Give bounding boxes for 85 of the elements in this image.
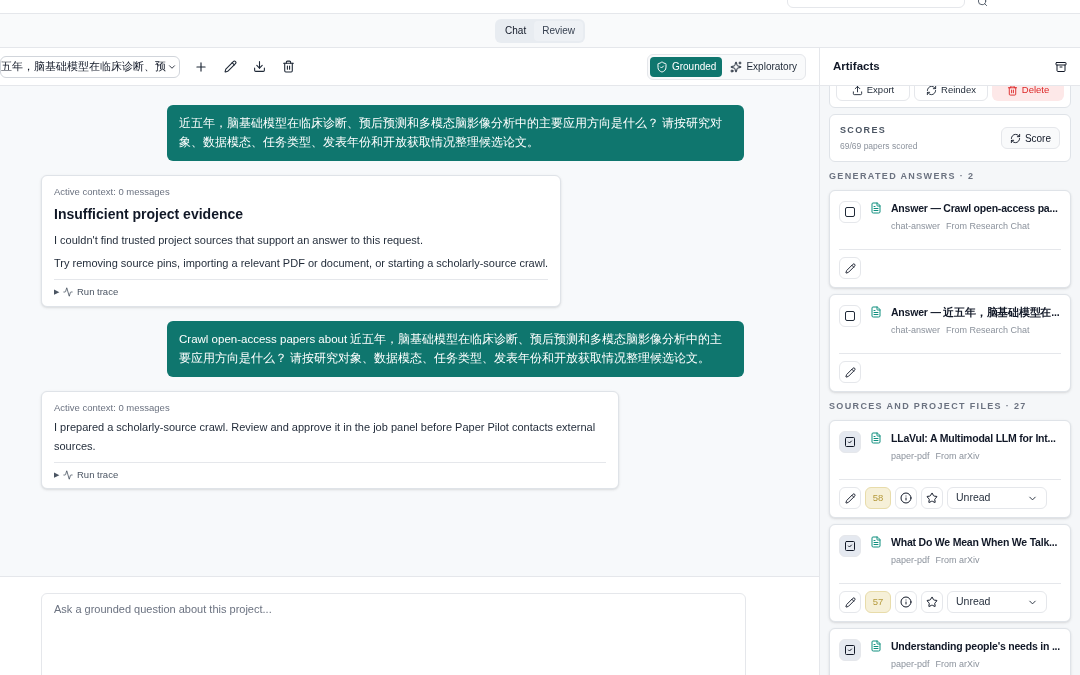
artifact-type: paper-pdf — [891, 449, 930, 463]
answer-text: Try removing source pins, importing a relevant PDF or document, or starting a scholarly-source crawl. — [54, 256, 549, 272]
info-button[interactable] — [895, 591, 917, 614]
score-badge: 58 — [865, 487, 891, 509]
scores-detail: 69/69 papers scored — [840, 139, 918, 153]
pencil-icon[interactable] — [224, 60, 237, 73]
section-heading: SOURCES AND PROJECT FILES · 27 — [829, 400, 1028, 414]
mode-toggle[interactable]: Exploratory — [724, 56, 803, 77]
activity-icon — [63, 287, 73, 298]
context-label: Active context: 0 messages — [54, 400, 171, 415]
select-button[interactable] — [839, 535, 861, 557]
status-select[interactable]: Unread — [947, 591, 1047, 614]
edit-button[interactable] — [839, 591, 861, 614]
select-button[interactable] — [839, 430, 861, 453]
info-icon — [900, 492, 912, 504]
artifact-type: paper-pdf — [891, 658, 930, 671]
mode-toggle[interactable]: Grounded — [649, 56, 723, 77]
trash-icon — [1006, 86, 1018, 96]
pencil-icon — [844, 596, 856, 608]
context-label: Active context: 0 messages — [54, 185, 171, 199]
document-icon — [870, 536, 882, 548]
artifact-type: paper-pdf — [891, 553, 930, 567]
view-tab[interactable]: Review — [534, 20, 583, 41]
answer-title: Insufficient project evidence — [54, 205, 245, 225]
info-button[interactable] — [895, 487, 917, 509]
artifact-title[interactable]: Answer — Crawl open-access pa... — [891, 200, 1058, 217]
select-button[interactable] — [839, 639, 861, 662]
section-heading: GENERATED ANSWERS · 2 — [829, 170, 976, 184]
artifact-source: From arXiv — [935, 449, 980, 463]
status-select[interactable]: Unread — [947, 487, 1047, 509]
activity-icon — [63, 469, 73, 480]
artifact-source: From arXiv — [935, 553, 980, 567]
document-icon — [870, 306, 882, 318]
info-icon — [900, 596, 912, 609]
artifact-title[interactable]: What Do We Mean When We Talk... — [891, 535, 1058, 551]
action-button[interactable]: Export — [836, 86, 910, 101]
document-icon — [870, 431, 882, 444]
section-heading: SCORES — [840, 124, 888, 137]
answer-text: I prepared a scholarly-source crawl. Review and approve it in the job panel before Paper Pilot contacts external sources. — [54, 419, 597, 454]
edit-button[interactable] — [839, 257, 861, 279]
artifact-type: chat-answer — [891, 323, 941, 337]
pencil-icon — [844, 262, 856, 274]
artifact-source: From Research Chat — [946, 219, 1030, 233]
artifact-type: chat-answer — [891, 219, 941, 233]
select-button[interactable] — [839, 305, 861, 327]
pencil-icon — [844, 366, 856, 378]
download-icon[interactable] — [253, 60, 266, 73]
checkbox[interactable] — [845, 311, 855, 321]
artifact-title[interactable]: Understanding people's needs in ... — [891, 639, 1060, 655]
answer-text: I couldn't find trusted project sources that support an answer to this request. — [54, 233, 424, 249]
checkbox[interactable] — [844, 540, 856, 552]
refresh-icon — [926, 86, 938, 96]
conversation-select[interactable]: 五年，脑基础模型在临床诊断、预 — [0, 55, 180, 78]
star-button[interactable] — [921, 487, 943, 509]
pencil-icon — [844, 492, 856, 504]
artifact-title[interactable]: Answer — 近五年，脑基础模型在... — [891, 305, 1060, 321]
checkbox[interactable] — [844, 435, 856, 448]
artifact-source: From arXiv — [935, 658, 980, 671]
checkbox[interactable] — [845, 206, 855, 217]
action-button[interactable]: Delete — [992, 86, 1064, 101]
trash-icon[interactable] — [282, 60, 295, 73]
panel-title: Artifacts — [833, 58, 880, 74]
export-icon — [851, 86, 863, 96]
shield-icon — [655, 60, 668, 73]
user-message: Crawl open-access papers about 近五年，脑基础模型在临床诊断、预后预测和多模态脑影像分析中的主要应用方向是什么？ 请按研究对象、数据模态、任务类型、发表年份和开放获取情况整理候选论文。 — [167, 320, 744, 377]
star-icon — [926, 492, 938, 504]
refresh-icon — [1009, 132, 1021, 144]
score-badge: 57 — [865, 591, 891, 614]
edit-button[interactable] — [839, 361, 861, 384]
checkbox[interactable] — [844, 644, 856, 657]
artifact-source: From Research Chat — [946, 323, 1030, 337]
document-icon — [870, 201, 882, 214]
action-button[interactable]: Reindex — [914, 86, 988, 101]
user-message: 近五年，脑基础模型在临床诊断、预后预测和多模态脑影像分析中的主要应用方向是什么？ 请按研究对象、数据模态、任务类型、发表年份和开放获取情况整理候选论文。 — [167, 105, 744, 161]
select-button[interactable] — [839, 200, 861, 223]
star-icon — [926, 596, 938, 609]
edit-button[interactable] — [839, 487, 861, 509]
score-button[interactable]: Score — [1000, 127, 1060, 150]
archive-icon[interactable] — [1055, 60, 1067, 73]
question-field[interactable]: Ask a grounded question about this project... — [41, 593, 746, 675]
sparkles-icon — [730, 60, 743, 73]
document-icon — [870, 640, 882, 653]
add-icon[interactable] — [194, 59, 208, 74]
artifact-title[interactable]: LLaVul: A Multimodal LLM for Int... — [891, 430, 1056, 447]
star-button[interactable] — [921, 591, 943, 614]
